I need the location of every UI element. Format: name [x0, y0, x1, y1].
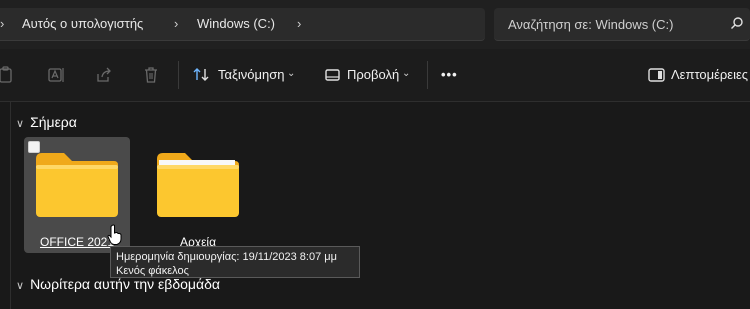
rename-icon[interactable] — [46, 65, 66, 85]
share-icon[interactable] — [94, 65, 114, 85]
search-box[interactable]: Αναζήτηση σε: Windows (C:) — [494, 8, 750, 41]
breadcrumb-windows-c[interactable]: Windows (C:) — [197, 16, 275, 31]
chevron-right-icon[interactable]: › — [174, 16, 178, 31]
tooltip: Ημερομηνία δημιουργίας: 19/11/2023 8:07 … — [110, 246, 360, 278]
group-header-label: Νωρίτερα αυτήν την εβδομάδα — [30, 276, 220, 292]
folder-icon — [36, 153, 118, 217]
toolbar-divider — [178, 61, 179, 89]
folder-item-arxeia[interactable]: Αρχεία — [145, 137, 251, 253]
sort-icon[interactable] — [192, 65, 212, 85]
hand-cursor-icon — [107, 224, 122, 245]
search-icon[interactable] — [730, 16, 744, 30]
chevron-right-icon[interactable]: › — [297, 16, 301, 31]
sort-button[interactable]: Ταξινόμηση — [218, 67, 284, 82]
search-input[interactable]: Αναζήτηση σε: Windows (C:) — [508, 17, 673, 32]
chevron-right-icon: › — [0, 16, 5, 31]
view-icon[interactable] — [323, 65, 343, 85]
group-header-today[interactable]: ∨ Σήμερα — [16, 114, 77, 130]
pane-divider — [10, 102, 11, 309]
group-header-label: Σήμερα — [30, 114, 77, 130]
toolbar-divider — [427, 61, 428, 89]
folder-icon — [157, 153, 239, 217]
chevron-down-icon[interactable]: ⌄ — [287, 68, 295, 79]
breadcrumb-this-pc[interactable]: Αυτός ο υπολογιστής — [22, 16, 143, 31]
delete-icon[interactable] — [141, 65, 161, 85]
chevron-down-icon[interactable]: ⌄ — [402, 68, 410, 79]
group-header-earlier-this-week[interactable]: ∨ Νωρίτερα αυτήν την εβδομάδα — [16, 276, 220, 292]
details-pane-icon[interactable] — [647, 65, 667, 85]
title-bar: › Αυτός ο υπολογιστής › Windows (C:) › Α… — [0, 0, 750, 49]
chevron-down-icon[interactable]: ∨ — [16, 117, 24, 130]
tooltip-status: Κενός φάκελος — [116, 265, 189, 277]
command-bar: Ταξινόμηση ⌄ Προβολή ⌄ ••• Λεπτομέρειες — [0, 49, 750, 102]
view-button[interactable]: Προβολή — [347, 67, 399, 82]
chevron-down-icon[interactable]: ∨ — [16, 279, 24, 292]
tooltip-date-created: Ημερομηνία δημιουργίας: 19/11/2023 8:07 … — [116, 251, 337, 263]
more-options-button[interactable]: ••• — [441, 67, 458, 82]
paste-icon[interactable] — [0, 65, 16, 85]
details-button[interactable]: Λεπτομέρειες — [671, 67, 748, 82]
